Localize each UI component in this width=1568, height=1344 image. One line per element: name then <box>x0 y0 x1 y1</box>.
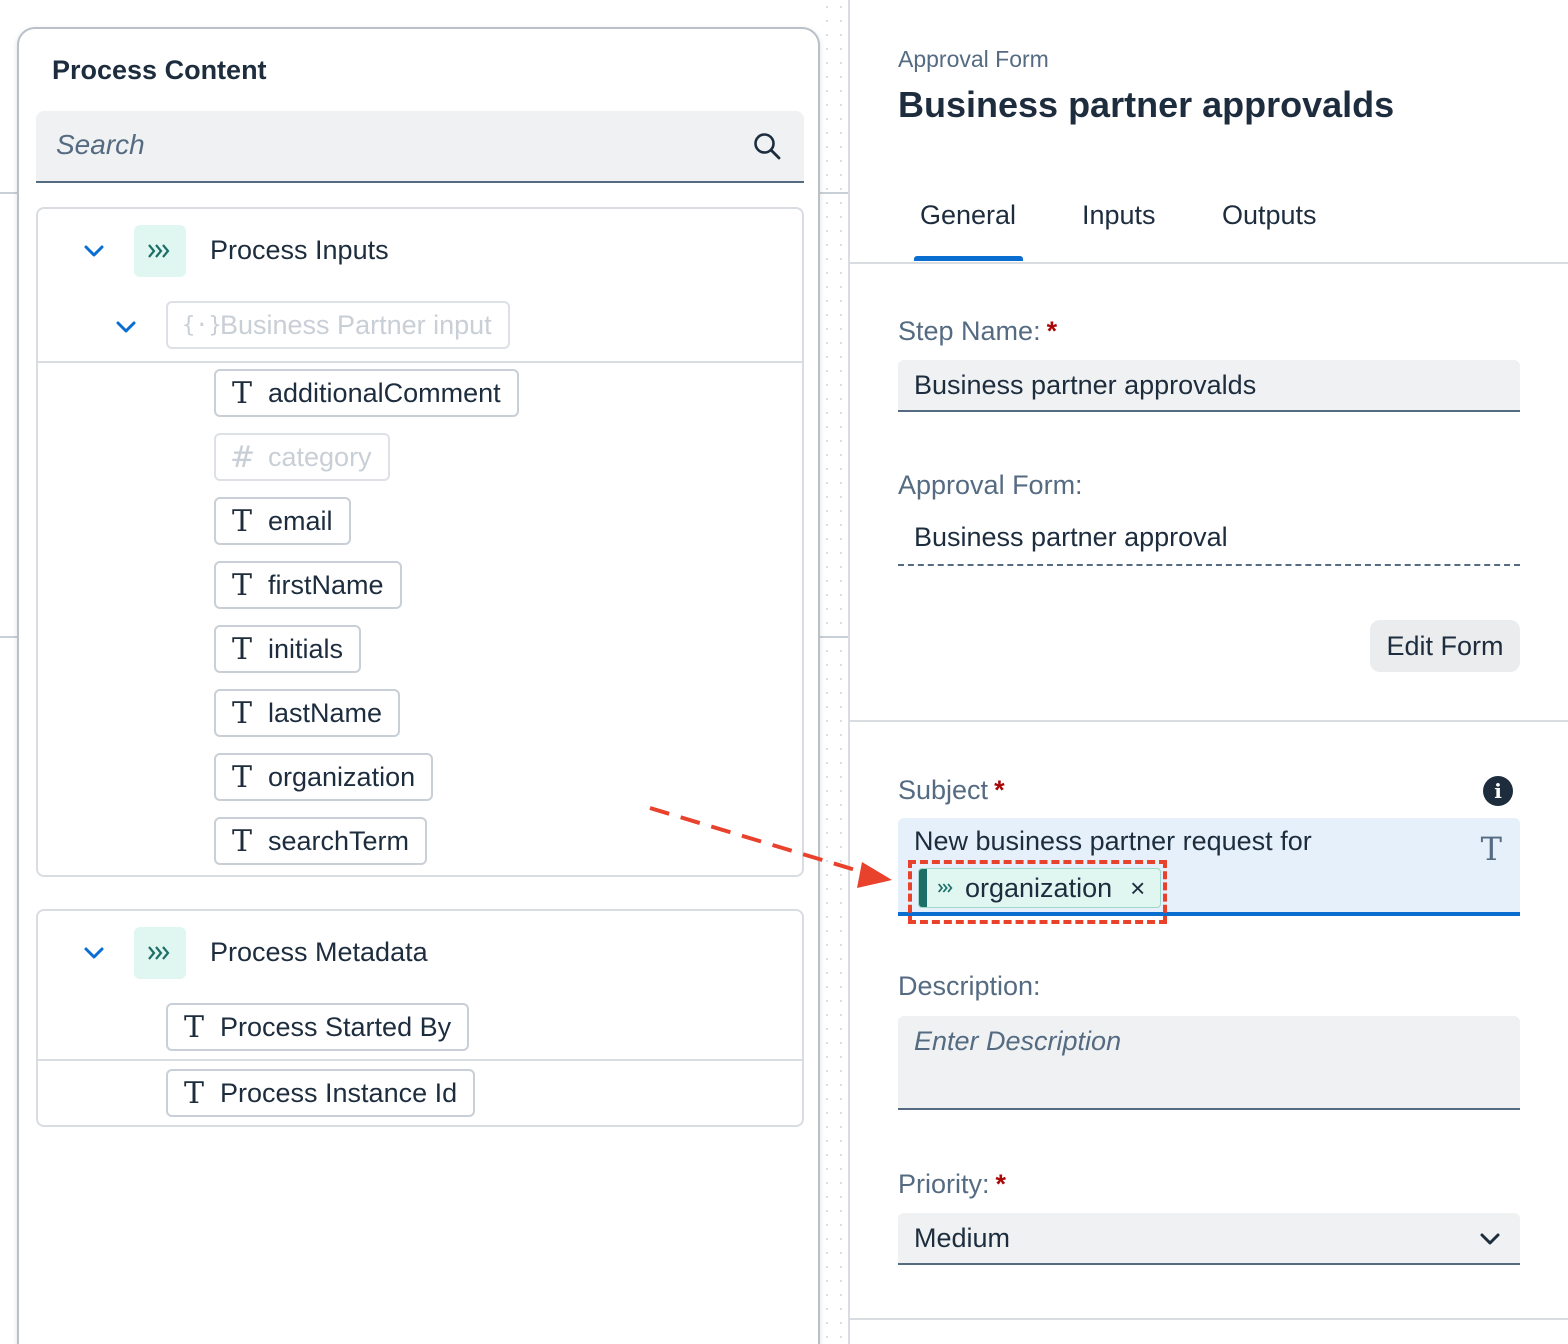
process-metadata-group: Process Metadata T Process Started By T … <box>36 909 804 1127</box>
step-name-label-text: Step Name: <box>898 316 1041 346</box>
description-label: Description: <box>898 971 1041 1001</box>
step-name-value: Business partner approvalds <box>914 370 1257 400</box>
step-name-field[interactable]: Business partner approvalds <box>898 360 1520 412</box>
business-partner-input-token[interactable]: {·} Business Partner input <box>166 301 510 349</box>
tab-general[interactable]: General <box>920 200 1016 231</box>
text-type-icon: T <box>183 1075 204 1111</box>
text-type-icon: T <box>231 567 252 603</box>
token-label: searchTerm <box>268 825 410 856</box>
canvas-line <box>0 192 17 194</box>
text-type-icon: T <box>183 1009 204 1045</box>
canvas-grid <box>820 0 848 1344</box>
tabs-divider <box>850 262 1568 264</box>
process-variable-icon <box>134 927 186 979</box>
page-title: Business partner approvalds <box>898 84 1395 125</box>
text-type-icon: T <box>231 695 252 731</box>
row-divider <box>38 361 802 363</box>
search-icon[interactable] <box>752 131 782 161</box>
field-token-organization[interactable]: T organization <box>214 753 434 801</box>
field-token-email[interactable]: T email <box>214 497 351 545</box>
token-label: lastName <box>268 697 383 728</box>
row-divider <box>38 1059 802 1061</box>
highlight-box <box>908 860 1167 924</box>
required-mark: * <box>994 775 1005 805</box>
field-token-lastName[interactable]: T lastName <box>214 689 401 737</box>
process-inputs-group: Process Inputs {·} Business Partner inpu… <box>36 207 804 877</box>
text-type-icon: T <box>231 823 252 859</box>
chevron-down-icon[interactable] <box>82 941 106 965</box>
process-content-panel: Process Content Search Process Inputs {·… <box>17 27 820 1344</box>
priority-select[interactable]: Medium <box>898 1213 1520 1265</box>
panel-title: Process Content <box>52 55 267 85</box>
selected-tab-indicator <box>914 256 1023 261</box>
canvas-line <box>820 192 848 194</box>
field-token-category[interactable]: # category <box>214 433 390 481</box>
field-token-additionalComment[interactable]: T additionalComment <box>214 369 519 417</box>
description-placeholder: Enter Description <box>914 1026 1122 1056</box>
token-label: initials <box>268 633 344 664</box>
token-label: email <box>268 505 333 536</box>
edit-form-button[interactable]: Edit Form <box>1370 620 1520 672</box>
arrowhead <box>857 862 892 888</box>
approval-form-label: Approval Form: <box>898 470 1083 500</box>
field-token-process-instance-id[interactable]: T Process Instance Id <box>166 1069 476 1117</box>
token-label: organization <box>268 761 416 792</box>
info-icon[interactable]: i <box>1483 776 1513 806</box>
breadcrumb: Approval Form <box>898 46 1049 72</box>
tab-outputs[interactable]: Outputs <box>1222 200 1317 231</box>
process-variable-icon <box>134 225 186 277</box>
approval-form-value: Business partner approval <box>914 522 1228 552</box>
token-label: firstName <box>268 569 384 600</box>
token-label: category <box>268 441 372 472</box>
required-mark: * <box>995 1169 1007 1199</box>
text-type-icon: T <box>1480 830 1502 868</box>
field-token-firstName[interactable]: T firstName <box>214 561 402 609</box>
priority-label-text: Priority: <box>898 1169 990 1199</box>
object-type-icon: {·} <box>182 312 222 338</box>
section-divider <box>850 720 1568 722</box>
field-token-searchTerm[interactable]: T searchTerm <box>214 817 428 865</box>
field-token-process-started-by[interactable]: T Process Started By <box>166 1003 470 1051</box>
chevron-down-icon[interactable] <box>1478 1227 1502 1251</box>
subject-text: New business partner request for <box>914 826 1312 856</box>
subject-label: Subject * <box>898 775 1005 806</box>
text-type-icon: T <box>231 503 252 539</box>
text-type-icon: T <box>231 375 252 411</box>
token-label: additionalComment <box>268 377 501 408</box>
text-type-icon: T <box>231 759 252 795</box>
required-mark: * <box>1046 316 1058 346</box>
number-type-icon: # <box>230 439 256 475</box>
token-label: Process Instance Id <box>220 1077 458 1108</box>
panel-divider <box>848 0 850 1344</box>
priority-label: Priority: * <box>898 1169 1006 1200</box>
section-divider <box>850 1318 1568 1320</box>
description-textarea[interactable]: Enter Description <box>898 1016 1520 1110</box>
process-inputs-label: Process Inputs <box>210 235 389 265</box>
text-type-icon: T <box>231 631 252 667</box>
approval-form-value-field: Business partner approval <box>898 520 1520 566</box>
canvas-line <box>0 636 17 638</box>
tab-inputs[interactable]: Inputs <box>1082 200 1156 231</box>
canvas-line <box>820 636 848 638</box>
process-metadata-label: Process Metadata <box>210 937 428 967</box>
field-token-initials[interactable]: T initials <box>214 625 362 673</box>
chevron-down-icon[interactable] <box>114 315 138 339</box>
chevron-down-icon[interactable] <box>82 239 106 263</box>
token-label: Business Partner input <box>220 309 492 340</box>
search-input[interactable]: Search <box>56 129 145 161</box>
search-field[interactable]: Search <box>36 111 804 183</box>
token-label: Process Started By <box>220 1011 452 1042</box>
subject-label-text: Subject <box>898 775 989 805</box>
priority-value: Medium <box>914 1223 1011 1253</box>
step-name-label: Step Name: * <box>898 316 1057 347</box>
